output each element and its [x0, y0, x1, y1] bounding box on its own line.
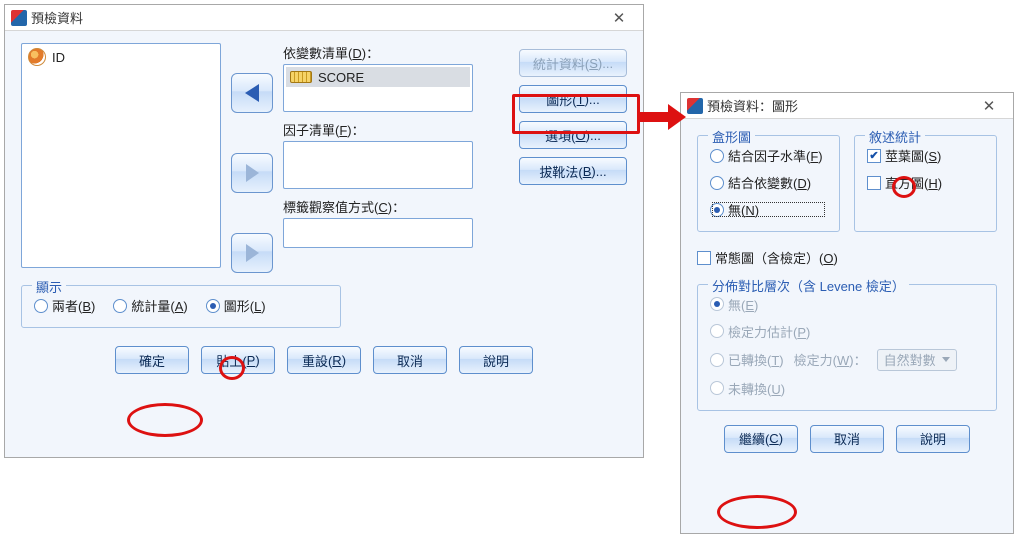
boxplot-factor-radio[interactable]: 結合因子水準(F)	[710, 146, 827, 165]
move-to-label-button[interactable]	[231, 233, 273, 273]
plots-button[interactable]: 圖形(T)...	[519, 85, 627, 113]
dependent-item-label: SCORE	[318, 70, 364, 85]
descriptive-group: 敘述統計 ✔ 莖葉圖(S) 直方圖(H)	[854, 135, 997, 232]
display-group: 顯示 兩者(B) 統計量(A) 圖形(L)	[21, 285, 341, 328]
cancel-button[interactable]: 取消	[373, 346, 447, 374]
spread-legend: 分佈對比層次（含 Levene 檢定）	[708, 276, 909, 295]
power-label: 檢定力(W)：	[794, 350, 867, 369]
boxplot-dependents-radio[interactable]: 結合依變數(D)	[710, 173, 827, 192]
close-icon[interactable]: ✕	[601, 9, 637, 27]
factor-list-label: 因子清單(F)：	[283, 120, 505, 139]
dialog-buttons: 確定 貼上(P) 重設(R) 取消 說明	[21, 346, 627, 374]
variable-label: ID	[52, 50, 65, 65]
window-title: 預檢資料	[27, 8, 601, 27]
move-to-factor-button[interactable]	[231, 153, 273, 193]
dependent-list-label: 依變數清單(D)：	[283, 43, 505, 62]
nominal-icon	[28, 48, 46, 66]
ok-button[interactable]: 確定	[115, 346, 189, 374]
arrow-right-icon	[246, 244, 259, 262]
power-select: 自然對數	[877, 349, 957, 371]
scale-icon	[290, 71, 312, 83]
titlebar: 預檢資料：圖形 ✕	[681, 93, 1013, 119]
boxplot-group: 盒形圖 結合因子水準(F) 結合依變數(D) 無(N)	[697, 135, 840, 232]
label-cases-list[interactable]	[283, 218, 473, 248]
arrow-right-icon	[246, 164, 259, 182]
explore-dialog: 預檢資料 ✕ ID	[4, 4, 644, 458]
help-button[interactable]: 說明	[459, 346, 533, 374]
app-icon	[687, 98, 703, 114]
bootstrap-button[interactable]: 拔靴法(B)...	[519, 157, 627, 185]
move-to-dependent-button[interactable]	[231, 73, 273, 113]
move-buttons	[231, 43, 273, 273]
cancel-button[interactable]: 取消	[810, 425, 884, 453]
stem-leaf-checkbox[interactable]: ✔ 莖葉圖(S)	[867, 146, 984, 165]
app-icon	[11, 10, 27, 26]
spread-vs-level-group: 分佈對比層次（含 Levene 檢定） 無(E) 檢定力估計(P) 已轉換(T)	[697, 284, 997, 411]
paste-button[interactable]: 貼上(P)	[201, 346, 275, 374]
display-plots-radio[interactable]: 圖形(L)	[206, 296, 266, 315]
display-both-radio[interactable]: 兩者(B)	[34, 296, 95, 315]
descriptive-legend: 敘述統計	[865, 127, 925, 146]
window-title: 預檢資料：圖形	[703, 96, 971, 115]
arrow-left-icon	[245, 84, 259, 102]
label-cases-label: 標籤觀察值方式(C)：	[283, 197, 505, 216]
dialog-buttons: 繼續(C) 取消 說明	[697, 425, 997, 453]
spread-untransformed-radio: 未轉換(U)	[710, 379, 984, 398]
normality-checkbox[interactable]: 常態圖（含檢定）(O)	[697, 248, 838, 267]
histogram-checkbox[interactable]: 直方圖(H)	[867, 173, 984, 192]
source-variable-list[interactable]: ID	[21, 43, 221, 268]
statistics-button[interactable]: 統計資料(S)...	[519, 49, 627, 77]
continue-button[interactable]: 繼續(C)	[724, 425, 798, 453]
variable-item[interactable]: ID	[28, 48, 214, 66]
boxplot-legend: 盒形圖	[708, 127, 755, 146]
spread-transformed-radio: 已轉換(T)	[710, 350, 784, 369]
display-legend: 顯示	[32, 277, 66, 296]
close-icon[interactable]: ✕	[971, 97, 1007, 115]
boxplot-none-radio[interactable]: 無(N)	[710, 200, 827, 219]
reset-button[interactable]: 重設(R)	[287, 346, 361, 374]
options-button[interactable]: 選項(O)...	[519, 121, 627, 149]
spread-power-radio: 檢定力估計(P)	[710, 322, 984, 341]
titlebar: 預檢資料 ✕	[5, 5, 643, 31]
list-item[interactable]: SCORE	[286, 67, 470, 87]
factor-list[interactable]	[283, 141, 473, 189]
spread-none-radio: 無(E)	[710, 295, 984, 314]
chevron-down-icon	[942, 357, 950, 362]
plots-dialog: 預檢資料：圖形 ✕ 盒形圖 結合因子水準(F) 結合依變數(D)	[680, 92, 1014, 534]
dependent-list[interactable]: SCORE	[283, 64, 473, 112]
display-statistics-radio[interactable]: 統計量(A)	[113, 296, 187, 315]
help-button[interactable]: 說明	[896, 425, 970, 453]
